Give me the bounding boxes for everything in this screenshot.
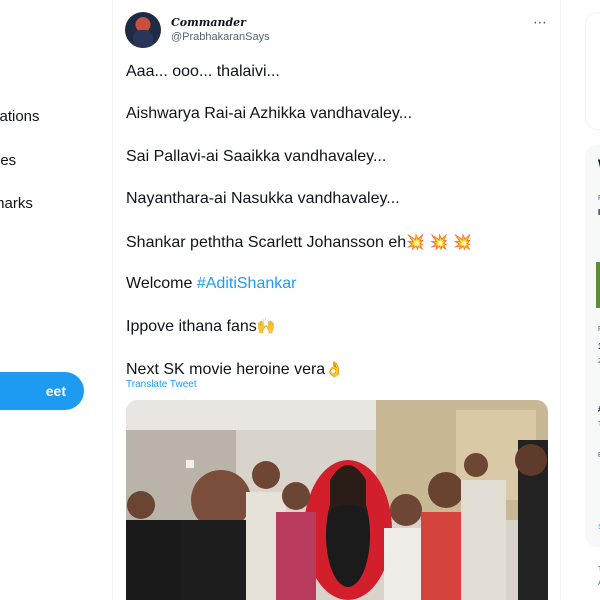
- collision-emoji-icon: 💥 💥 💥: [406, 232, 472, 251]
- ok-hand-emoji-icon: 👌: [325, 359, 344, 378]
- trend-image: [596, 262, 600, 308]
- tweet-line: Ippove ithana fans🙌: [126, 316, 546, 358]
- author-name[interactable]: Commander: [171, 16, 246, 29]
- tweet-line: Shankar peththa Scarlett Johansson eh💥 💥…: [126, 232, 546, 274]
- hashtag-link[interactable]: #AditiShankar: [197, 275, 297, 292]
- author-handle[interactable]: @PrabhakaranSays: [171, 31, 270, 43]
- nav-item-bookmarks[interactable]: marks: [0, 195, 33, 212]
- tweet-line-text: Ippove ithana fans: [126, 318, 257, 336]
- tweet-line-text: Shankar peththa Scarlett Johansson eh: [126, 233, 407, 251]
- tweet-line: Aaa... ooo... thalaivi...: [126, 63, 280, 80]
- nav-item-notifications[interactable]: cations: [0, 108, 40, 125]
- photo-illustration: [126, 400, 548, 600]
- avatar[interactable]: [125, 12, 161, 48]
- left-nav: e cations ges marks e eet: [0, 0, 113, 600]
- more-options-icon[interactable]: ⋯: [533, 14, 548, 31]
- translate-tweet-link[interactable]: Translate Tweet: [126, 379, 197, 390]
- right-sidebar: W F I # C F 1 2 # T E S T A: [561, 0, 600, 600]
- tweet-button[interactable]: eet: [0, 372, 84, 410]
- tweet-line: Welcome #AditiShankar: [126, 274, 546, 316]
- tweet-line: Sai Pallavi-ai Saaikka vandhavaley...: [126, 147, 387, 165]
- tweet-text: Aaa... ooo... thalaivi... Aishwarya Rai-…: [126, 62, 546, 401]
- tweet-column: Commander @PrabhakaranSays ⋯ Aaa... ooo.…: [113, 0, 561, 600]
- nav-item-messages[interactable]: ges: [0, 152, 16, 169]
- tweet-line-text: Welcome: [126, 274, 197, 292]
- search-box[interactable]: [585, 12, 600, 130]
- raised-hands-emoji-icon: 🙌: [256, 317, 276, 336]
- tweet-line: Aishwarya Rai-ai Azhikka vandhavaley...: [126, 105, 413, 123]
- tweet-line: Nayanthara-ai Nasukka vandhavaley...: [126, 190, 400, 208]
- tweet-photo[interactable]: [126, 400, 548, 600]
- tweet-line-text: Next SK movie heroine vera: [126, 360, 326, 378]
